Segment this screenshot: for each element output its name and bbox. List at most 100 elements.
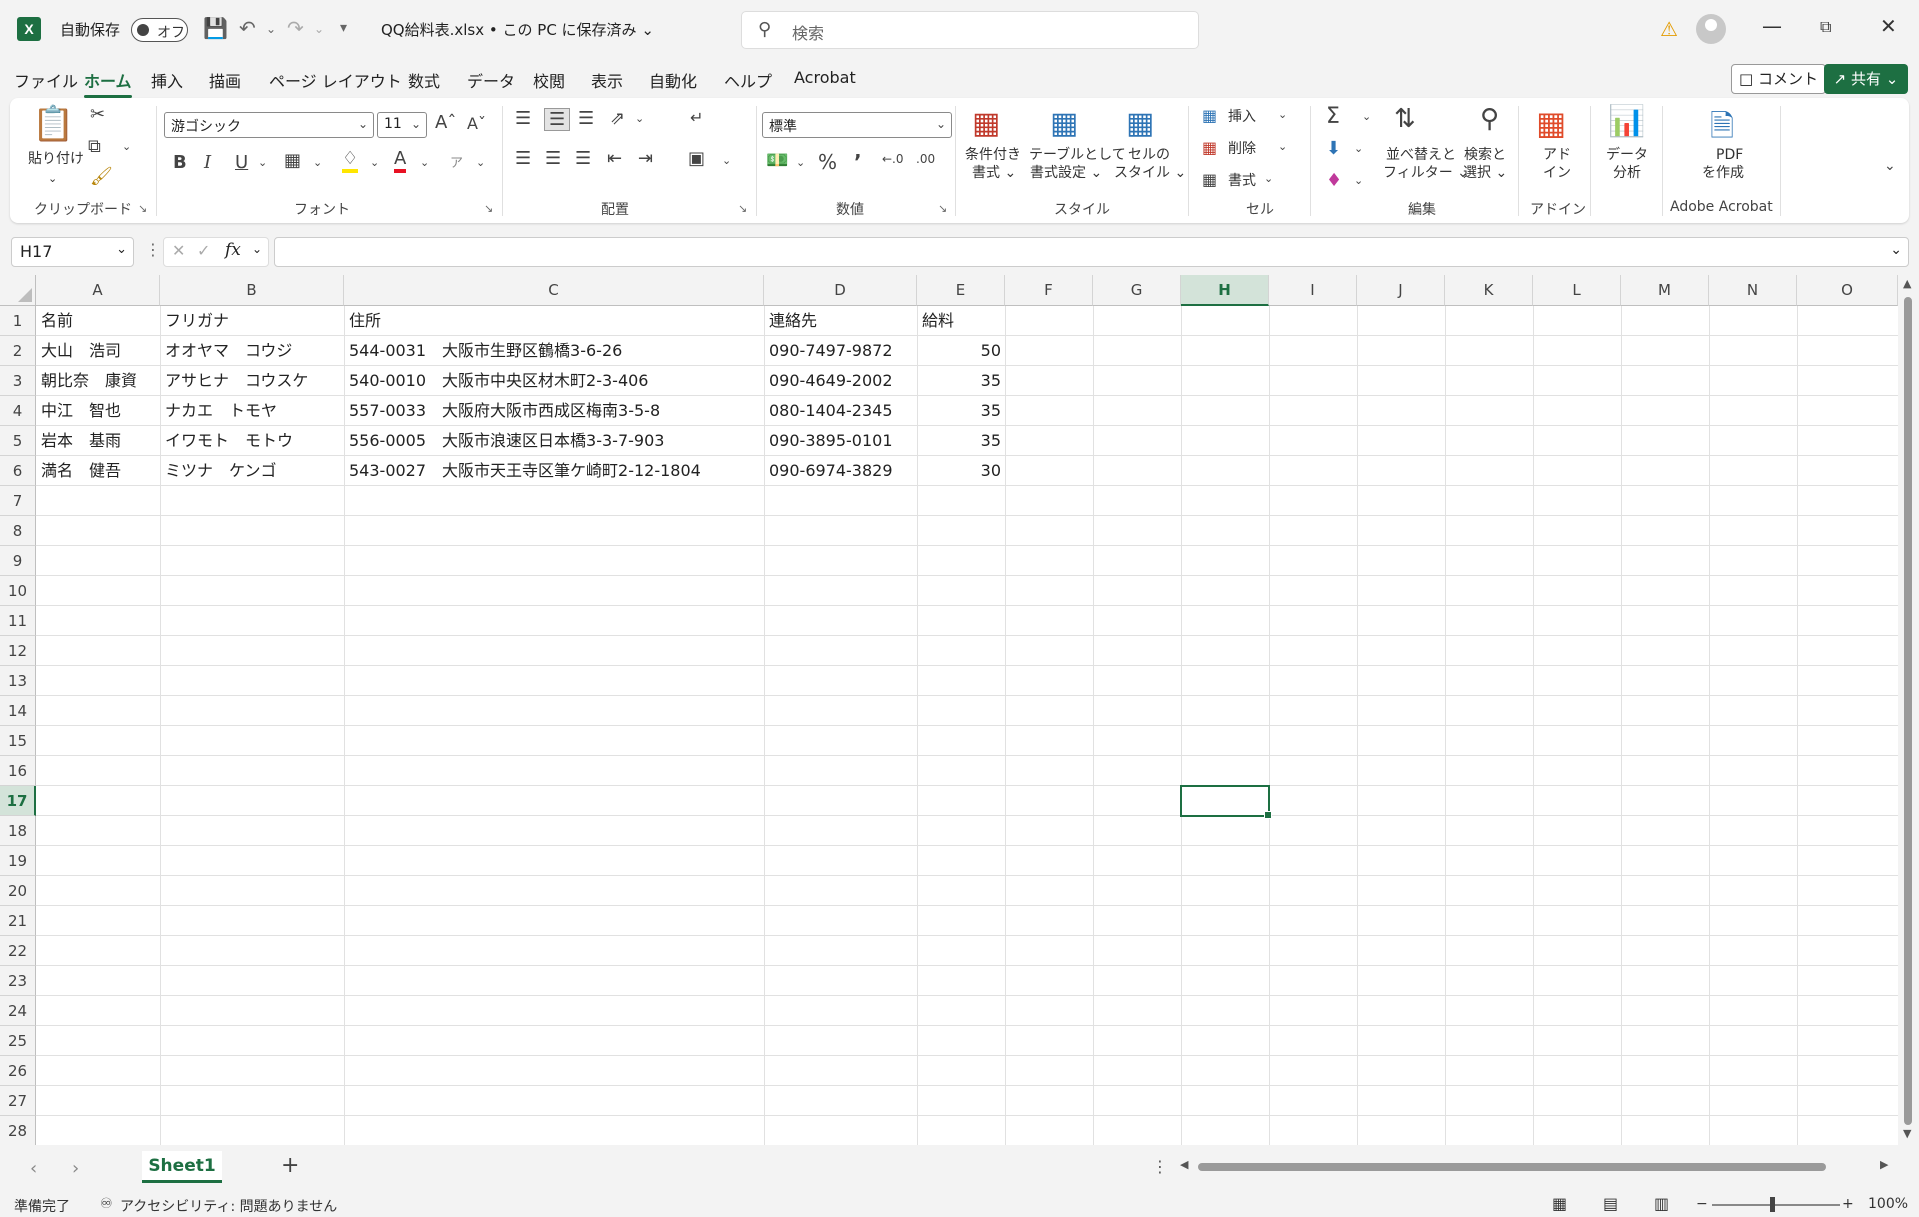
enter-icon[interactable]: ✓ xyxy=(197,241,210,260)
row-header[interactable]: 6 xyxy=(0,456,36,486)
borders-dropdown-icon[interactable]: ⌄ xyxy=(313,156,322,169)
delete-dropdown-icon[interactable]: ⌄ xyxy=(1278,140,1287,153)
currency-icon[interactable]: 💵 xyxy=(766,150,788,171)
copy-dropdown-icon[interactable]: ⌄ xyxy=(122,140,131,153)
cell-e5[interactable]: 35 xyxy=(918,426,1005,456)
tab-page-layout[interactable]: ページ レイアウト xyxy=(269,68,402,92)
font-size-combo[interactable]: 11 ⌄ xyxy=(377,112,427,138)
active-cell-h17[interactable] xyxy=(1180,785,1272,819)
data-analysis-icon[interactable]: 📊 xyxy=(1608,104,1645,139)
align-middle-icon[interactable]: ☰ xyxy=(544,108,571,131)
insert-function-icon[interactable]: fx xyxy=(225,240,241,260)
accessibility-status[interactable]: アクセシビリティ: 問題ありません xyxy=(120,1196,337,1216)
row-header[interactable]: 1 xyxy=(0,306,36,336)
table-label-1[interactable]: テーブルとして xyxy=(1029,146,1126,164)
cond-format-label-1[interactable]: 条件付き xyxy=(965,146,1021,164)
zoom-in-icon[interactable]: + xyxy=(1842,1196,1854,1212)
row-header[interactable]: 13 xyxy=(0,666,36,696)
row-header[interactable]: 28 xyxy=(0,1116,36,1145)
number-format-combo[interactable]: 標準 ⌄ xyxy=(762,112,952,138)
wrap-text-icon[interactable]: ↵ xyxy=(690,108,703,127)
collapse-ribbon-icon[interactable]: ⌄ xyxy=(1884,158,1896,174)
column-header-e[interactable]: E xyxy=(917,275,1005,306)
increase-font-icon[interactable]: Aˆ xyxy=(435,112,456,133)
tab-insert[interactable]: 挿入 xyxy=(151,68,183,92)
column-header-m[interactable]: M xyxy=(1621,275,1709,306)
decrease-font-icon[interactable]: Aˇ xyxy=(467,114,486,133)
cell-e3[interactable]: 35 xyxy=(918,366,1005,396)
cell-d4[interactable]: 080-1404-2345 xyxy=(765,396,917,426)
column-header-d[interactable]: D xyxy=(764,275,917,306)
fill-icon[interactable]: ⬇ xyxy=(1326,138,1341,159)
increase-decimal-icon[interactable]: ←.0 xyxy=(882,152,904,166)
phonetic-dropdown-icon[interactable]: ⌄ xyxy=(476,156,485,169)
fill-color-dropdown-icon[interactable]: ⌄ xyxy=(370,156,379,169)
next-sheet-icon[interactable]: › xyxy=(72,1158,79,1179)
row-header[interactable]: 23 xyxy=(0,966,36,996)
expand-formula-icon[interactable]: ⌄ xyxy=(1890,242,1902,258)
cell-d3[interactable]: 090-4649-2002 xyxy=(765,366,917,396)
cell-e6[interactable]: 30 xyxy=(918,456,1005,486)
cell-d1[interactable]: 連絡先 xyxy=(765,306,917,336)
cell-e4[interactable]: 35 xyxy=(918,396,1005,426)
cell-b3[interactable]: アサヒナ コウスケ xyxy=(161,366,344,396)
vertical-scrollbar[interactable]: ▲ ▼ xyxy=(1898,275,1919,1145)
column-header-n[interactable]: N xyxy=(1709,275,1797,306)
tab-acrobat[interactable]: Acrobat xyxy=(794,68,856,87)
row-header[interactable]: 2 xyxy=(0,336,36,366)
cell-a2[interactable]: 大山 浩司 xyxy=(37,336,160,366)
comma-style-icon[interactable]: ’ xyxy=(854,150,862,174)
row-header[interactable]: 17 xyxy=(0,786,36,816)
paste-dropdown-icon[interactable]: ⌄ xyxy=(48,170,57,188)
tab-formulas[interactable]: 数式 xyxy=(408,68,440,92)
more-options-icon[interactable]: ⋮ xyxy=(1152,1157,1168,1176)
scrollbar-thumb[interactable] xyxy=(1904,297,1912,1125)
tab-data[interactable]: データ xyxy=(467,68,515,92)
page-break-view-icon[interactable]: ▥ xyxy=(1654,1194,1669,1213)
zoom-level[interactable]: 100% xyxy=(1868,1196,1908,1212)
select-all-button[interactable] xyxy=(0,275,36,306)
cell-b4[interactable]: ナカエ トモヤ xyxy=(161,396,344,426)
addins-label-2[interactable]: イン xyxy=(1543,164,1571,182)
font-color-dropdown-icon[interactable]: ⌄ xyxy=(420,156,429,169)
percent-icon[interactable]: % xyxy=(818,150,837,174)
tab-draw[interactable]: 描画 xyxy=(209,68,241,92)
insert-cells-label[interactable]: 挿入 xyxy=(1228,108,1256,126)
cell-c3[interactable]: 540-0010 大阪市中央区材木町2-3-406 xyxy=(345,366,764,396)
column-header-o[interactable]: O xyxy=(1797,275,1898,306)
horizontal-scrollbar[interactable]: ◀ ▶ xyxy=(1178,1158,1892,1174)
share-button[interactable]: ↗ 共有 ⌄ xyxy=(1824,64,1908,94)
cell-b1[interactable]: フリガナ xyxy=(161,306,344,336)
warning-icon[interactable]: ⚠ xyxy=(1660,17,1678,41)
column-header-h[interactable]: H xyxy=(1181,275,1269,306)
cell-e1[interactable]: 給料 xyxy=(918,306,1005,336)
cut-icon[interactable]: ✂ xyxy=(90,104,105,125)
column-header-b[interactable]: B xyxy=(160,275,344,306)
underline-icon[interactable]: U xyxy=(235,152,248,173)
cell-d5[interactable]: 090-3895-0101 xyxy=(765,426,917,456)
paste-icon[interactable]: 📋 xyxy=(32,104,74,144)
clear-icon[interactable]: ♦ xyxy=(1326,170,1342,191)
autosum-icon[interactable]: Σ xyxy=(1326,104,1340,129)
chevron-down-icon[interactable]: ⌄ xyxy=(252,242,262,256)
fill-dropdown-icon[interactable]: ⌄ xyxy=(1354,142,1363,155)
row-header[interactable]: 26 xyxy=(0,1056,36,1086)
tab-review[interactable]: 校閲 xyxy=(533,68,565,92)
cond-format-label-2[interactable]: 書式 ⌄ xyxy=(972,164,1016,182)
name-box[interactable]: H17 ⌄ xyxy=(11,237,134,267)
font-name-combo[interactable]: 游ゴシック ⌄ xyxy=(164,112,374,138)
borders-icon[interactable]: ▦ xyxy=(284,150,301,171)
sort-filter-icon[interactable]: ⇅ xyxy=(1394,104,1416,134)
row-header[interactable]: 8 xyxy=(0,516,36,546)
tab-help[interactable]: ヘルプ xyxy=(724,68,772,92)
currency-dropdown-icon[interactable]: ⌄ xyxy=(796,156,805,169)
align-bottom-icon[interactable]: ☰ xyxy=(578,108,594,129)
number-launcher-icon[interactable]: ↘ xyxy=(938,202,947,215)
cell-a6[interactable]: 満名 健吾 xyxy=(37,456,160,486)
cell-e2[interactable]: 50 xyxy=(918,336,1005,366)
zoom-slider-thumb[interactable] xyxy=(1770,1197,1775,1212)
addins-label-1[interactable]: アド xyxy=(1543,146,1571,164)
find-select-label-1[interactable]: 検索と xyxy=(1464,146,1506,164)
row-header[interactable]: 24 xyxy=(0,996,36,1026)
row-header[interactable]: 14 xyxy=(0,696,36,726)
